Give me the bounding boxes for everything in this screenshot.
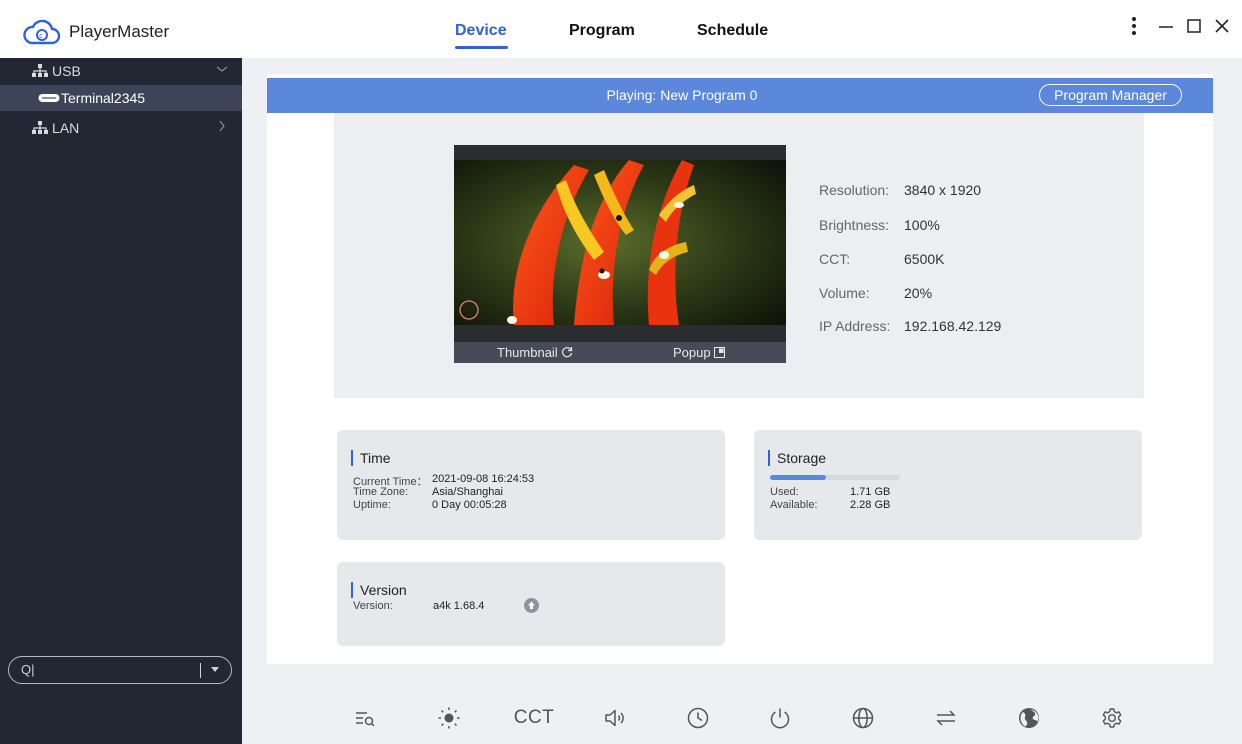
chevron-right-icon[interactable]: [216, 120, 228, 132]
card-title: Storage: [768, 450, 826, 466]
kv-value: 2021-09-08 16:24:53: [432, 473, 535, 485]
chevron-down-icon[interactable]: [216, 63, 228, 75]
info-label: Brightness:: [819, 217, 890, 233]
device-search-input[interactable]: Q|: [8, 656, 232, 684]
info-resolution: Resolution: 3840 x 1920: [819, 182, 981, 198]
network-icon: [32, 121, 48, 134]
storage-available-row: Available: 2.28 GB: [770, 499, 890, 511]
app-title: PlayerMaster: [69, 22, 170, 41]
version-card: Version Version: a4k 1.68.4: [337, 562, 725, 646]
storage-card: Storage Used: 1.71 GB Available: 2.28 GB: [754, 430, 1142, 540]
info-cct: CCT: 6500K: [819, 251, 944, 267]
card-title: Time: [351, 450, 391, 466]
kv-value: 0 Day 00:05:28: [432, 499, 507, 511]
preview-image: [454, 160, 786, 325]
storage-usage-fill: [770, 475, 826, 480]
kv-label: Available:: [770, 499, 818, 511]
info-brightness: Brightness: 100%: [819, 217, 940, 233]
cloud-logo-icon: c: [23, 19, 61, 45]
sidebar-item-terminal[interactable]: Terminal2345: [0, 85, 242, 111]
cct-icon[interactable]: CCT: [512, 705, 556, 731]
info-label: Volume:: [819, 285, 870, 301]
transfer-icon[interactable]: [933, 705, 959, 731]
popup-button[interactable]: Popup: [673, 345, 726, 360]
svg-text:c: c: [39, 33, 43, 40]
maximize-icon[interactable]: [1180, 12, 1208, 40]
kv-label: Uptime:: [353, 499, 391, 511]
info-volume: Volume: 20%: [819, 285, 932, 301]
card-title: Version: [351, 582, 407, 598]
power-icon[interactable]: [767, 705, 793, 731]
info-label: Resolution:: [819, 182, 890, 198]
info-label: IP Address:: [819, 318, 891, 334]
network-icon: [32, 64, 48, 77]
sidebar-item-label: LAN: [52, 120, 80, 136]
kv-value: a4k 1.68.4: [433, 600, 485, 612]
info-value: 6500K: [904, 251, 945, 267]
kv-value: 1.71 GB: [850, 486, 891, 498]
popup-icon: [714, 347, 726, 358]
earth-icon[interactable]: [1016, 705, 1042, 731]
info-ip-address: IP Address: 192.168.42.129: [819, 318, 1001, 334]
network-globe-icon[interactable]: [850, 705, 876, 731]
thumbnail-button[interactable]: Thumbnail: [497, 345, 573, 360]
settings-icon[interactable]: [1099, 705, 1125, 731]
thumbnail-label: Thumbnail: [497, 345, 558, 360]
cct-label: CCT: [513, 707, 555, 728]
info-label: CCT:: [819, 251, 851, 267]
tab-device[interactable]: Device: [455, 22, 507, 40]
bottom-toolbar: CCT: [242, 688, 1242, 744]
sidebar-item-label: USB: [52, 63, 81, 79]
device-sidebar: USB Terminal2345 LAN Q|: [0, 58, 242, 744]
title-bar: c PlayerMaster Device Program Schedule: [0, 0, 1242, 58]
dropdown-arrow-icon[interactable]: [211, 667, 219, 672]
storage-usage-bar: [770, 475, 900, 480]
upgrade-icon[interactable]: [524, 598, 539, 613]
kv-label: Time Zone:: [353, 486, 409, 498]
info-value: 20%: [904, 285, 933, 301]
time-zone-row: Time Zone: Asia/Shanghai: [353, 486, 503, 498]
info-value: 192.168.42.129: [904, 318, 1002, 334]
popup-label: Popup: [673, 345, 711, 360]
kv-value: Asia/Shanghai: [432, 486, 503, 498]
tab-program[interactable]: Program: [569, 22, 635, 40]
volume-icon[interactable]: [602, 705, 628, 731]
info-value: 3840 x 1920: [904, 182, 982, 198]
sidebar-item-label: Terminal2345: [61, 90, 146, 106]
uptime-row: Uptime: 0 Day 00:05:28: [353, 499, 507, 511]
info-value: 100%: [904, 217, 940, 233]
storage-used-row: Used: 1.71 GB: [770, 486, 890, 498]
close-icon[interactable]: [1208, 12, 1236, 40]
playing-status: Playing: New Program 0: [606, 87, 758, 103]
search-text: Q|: [21, 662, 35, 677]
screen-preview: Thumbnail Popup: [454, 145, 786, 363]
version-row: Version: a4k 1.68.4: [353, 600, 484, 612]
kv-value: 2.28 GB: [850, 499, 891, 511]
preview-controls: Thumbnail Popup: [454, 342, 786, 363]
sidebar-item-usb[interactable]: USB: [0, 58, 242, 84]
brightness-icon[interactable]: [436, 705, 462, 731]
refresh-icon: [562, 347, 573, 358]
playing-bar: Playing: New Program 0 Program Manager: [267, 78, 1213, 113]
time-card: Time Current Time： 2021-09-08 16:24:53 T…: [337, 430, 725, 540]
kv-label: Version:: [353, 600, 393, 612]
list-search-icon[interactable]: [352, 705, 378, 731]
minimize-icon[interactable]: [1152, 12, 1180, 40]
more-menu-icon[interactable]: [1120, 12, 1148, 40]
tab-schedule[interactable]: Schedule: [697, 22, 768, 40]
program-manager-button[interactable]: Program Manager: [1039, 84, 1182, 106]
clock-icon[interactable]: [685, 705, 711, 731]
divider: [200, 663, 201, 678]
active-tab-indicator: [455, 46, 508, 49]
kv-label: Used:: [770, 486, 799, 498]
device-icon: [38, 94, 60, 102]
sidebar-item-lan[interactable]: LAN: [0, 115, 242, 141]
